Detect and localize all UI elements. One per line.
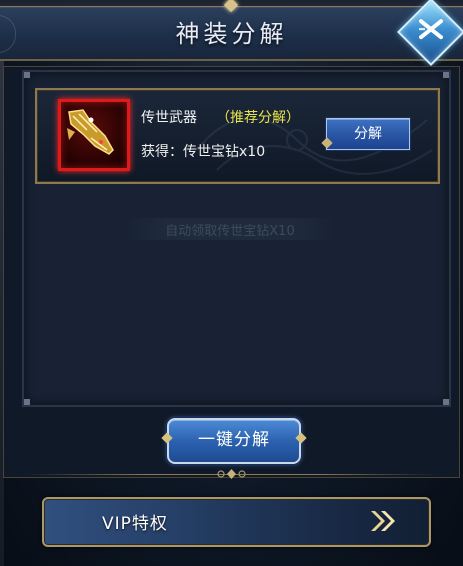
panel-corner [443,72,449,78]
vip-label: VIP特权 [102,514,168,534]
dialog-title: 神装分解 [175,20,288,48]
divider-ornament-icon [217,469,246,479]
one-key-decompose-label: 一键分解 [198,430,270,450]
vip-privilege-bar[interactable]: VIP特权 [42,497,431,547]
item-icon-frame[interactable] [58,99,130,171]
one-key-decompose-button[interactable]: 一键分解 [161,418,307,464]
decompose-button[interactable]: 分解 [326,118,410,150]
decompose-dialog: 神装分解 传世武器 （推荐分解） 获得：传世宝钻x10 分解 自动领取传世宝钻X… [0,0,463,566]
close-icon [419,19,443,40]
weapon-icon [67,109,114,155]
panel-corner [24,72,30,78]
panel-corner [24,399,30,405]
item-name: 传世武器 [141,110,197,126]
recommend-tag: （推荐分解） [216,110,300,126]
dialog-header: 神装分解 [0,6,463,61]
panel-corner [443,399,449,405]
double-chevron-right-icon [371,511,395,531]
item-reward-text: 获得：传世宝钻x10 [141,144,266,160]
auto-claim-text: 自动领取传世宝钻X10 [165,224,295,239]
